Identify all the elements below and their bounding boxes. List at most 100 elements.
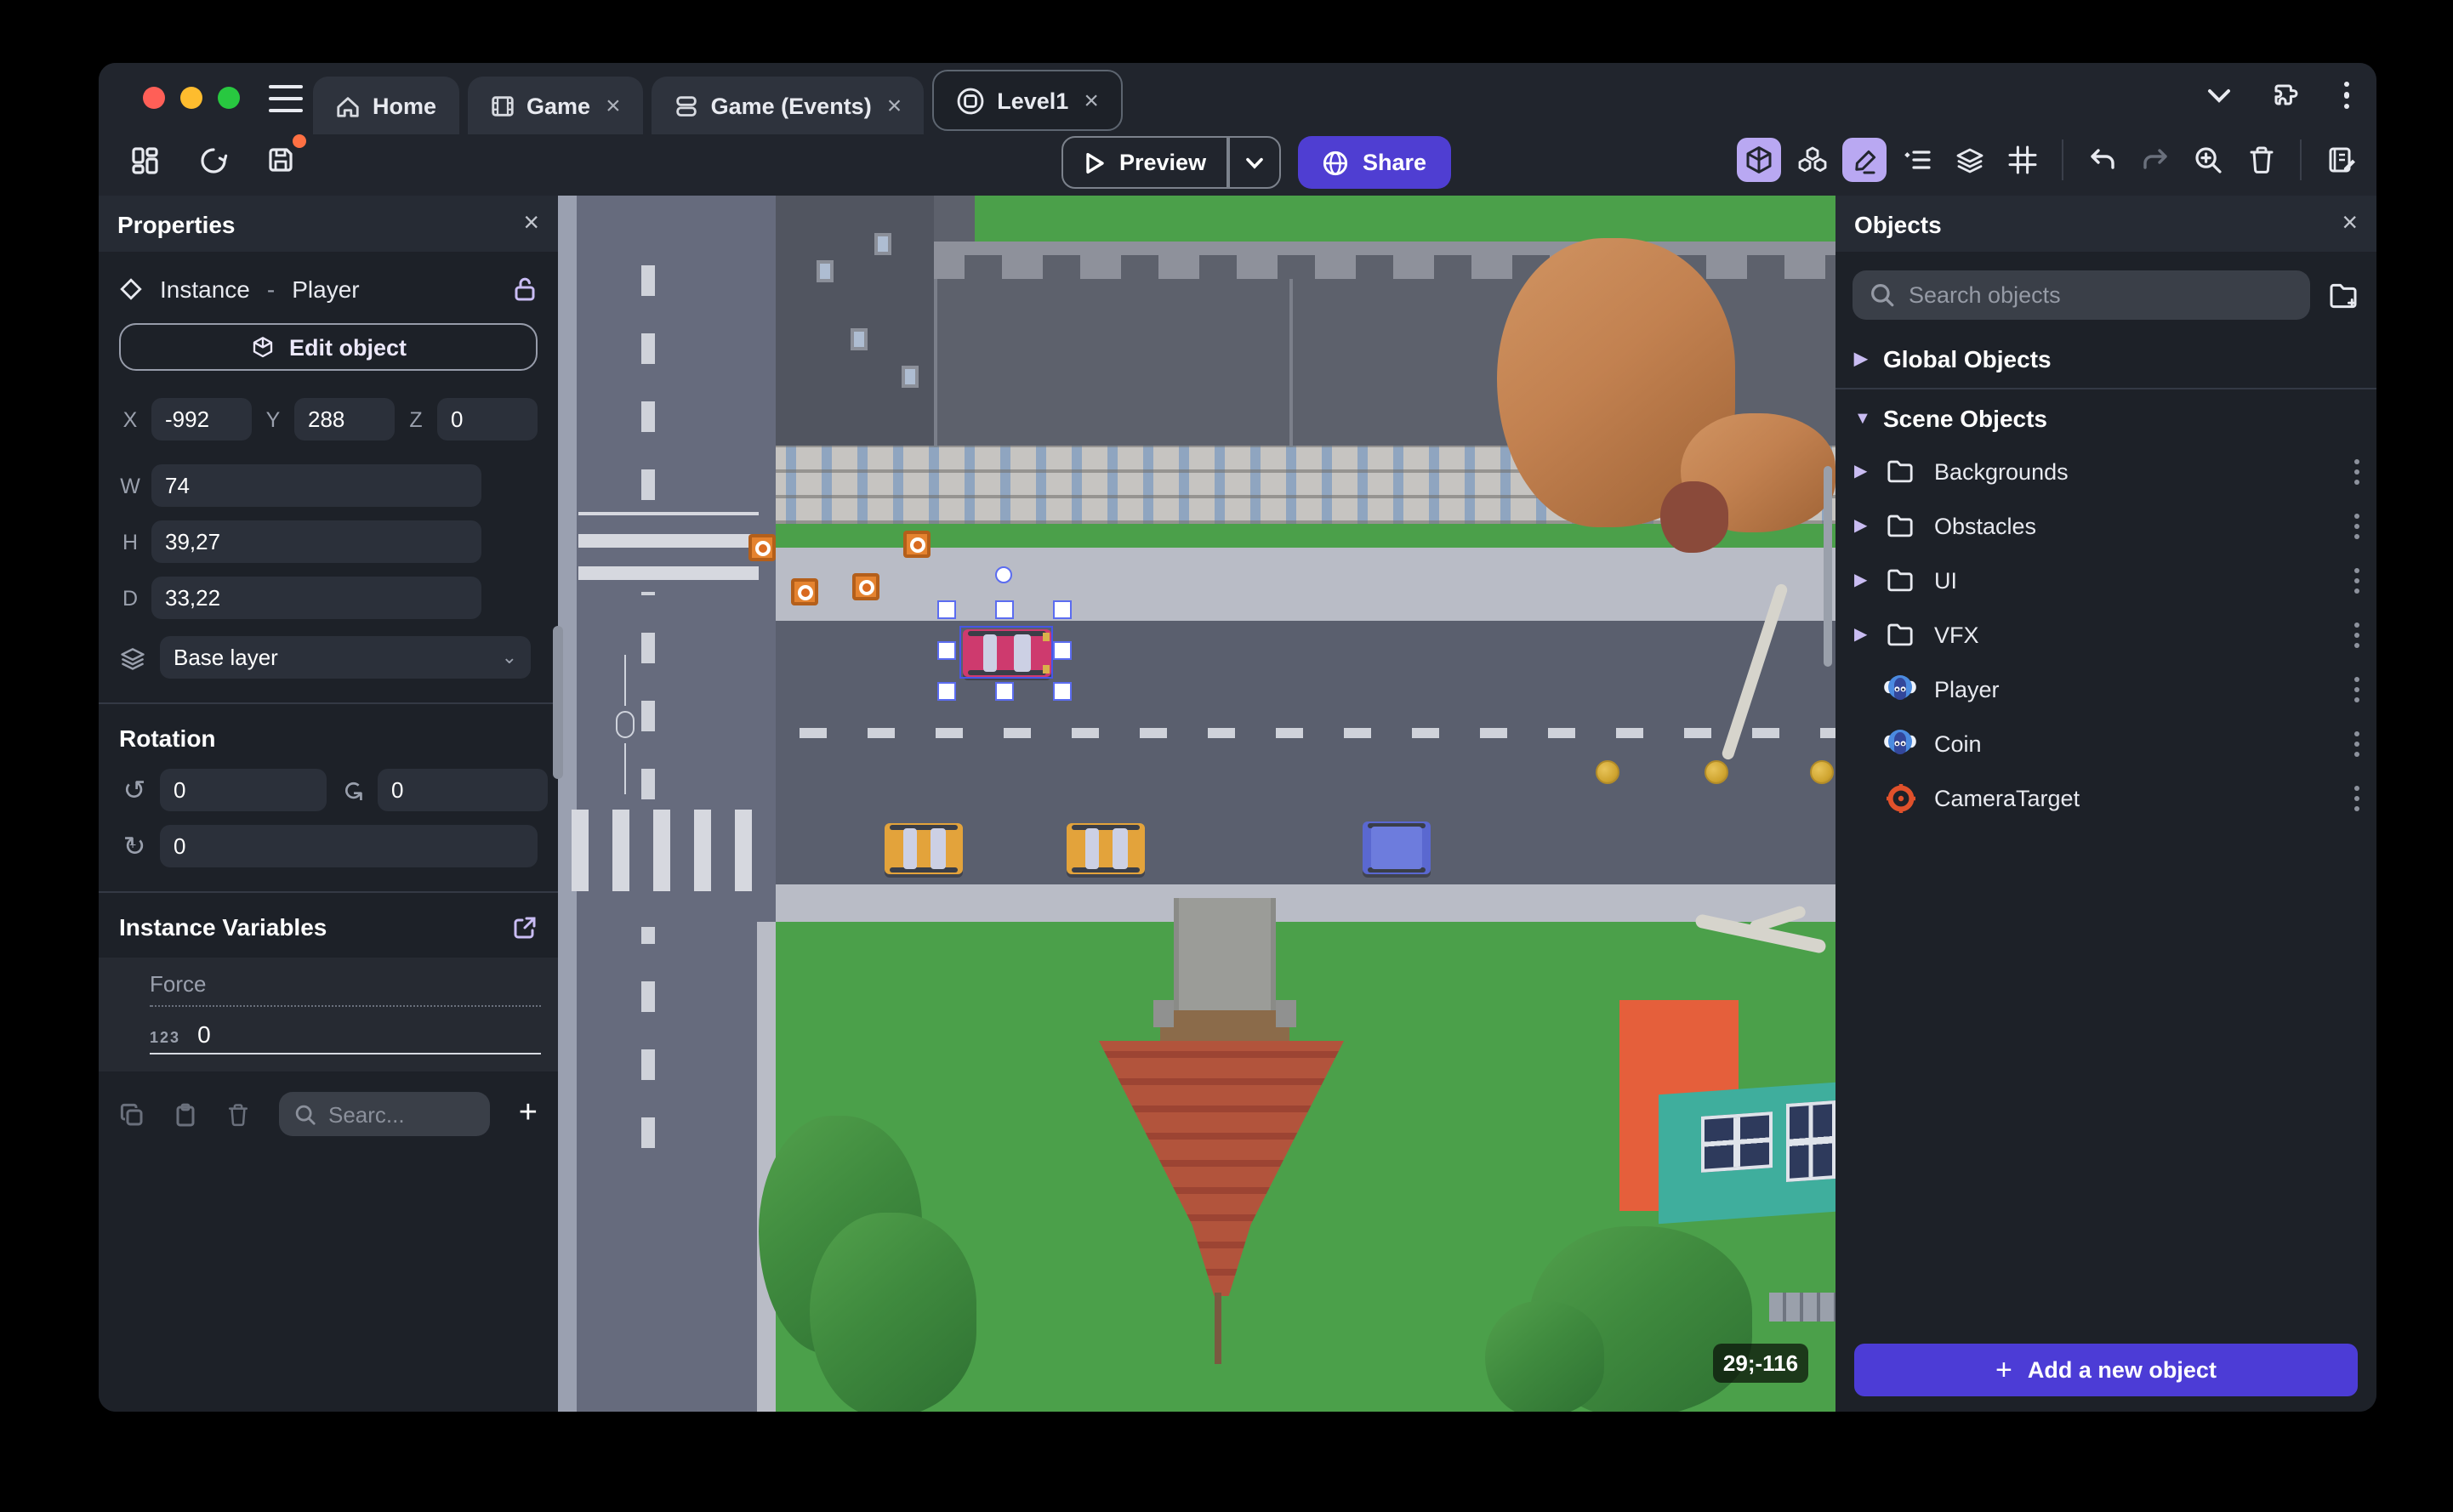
obstacle-box-instance[interactable] xyxy=(852,573,879,600)
object-item-cameratarget[interactable]: ▶ CameraTarget xyxy=(1835,770,2376,825)
folder-plus-icon[interactable] xyxy=(2327,280,2359,310)
lock-open-icon[interactable] xyxy=(512,276,538,303)
rotation-x-input[interactable] xyxy=(160,769,327,811)
tab-level1[interactable]: Level1 × xyxy=(932,70,1123,131)
kebab-menu-icon[interactable] xyxy=(2354,622,2359,647)
global-objects-header[interactable]: ▶ Global Objects xyxy=(1835,333,2376,384)
selection-handle[interactable] xyxy=(937,641,956,660)
selection-handle[interactable] xyxy=(1053,682,1072,701)
object-item-vfx[interactable]: ▶ VFX xyxy=(1835,607,2376,662)
variables-search-input[interactable] xyxy=(328,1101,464,1127)
tab-home[interactable]: Home xyxy=(313,77,459,134)
objects-cubes-icon[interactable] xyxy=(1790,138,1834,182)
scene-canvas[interactable]: 29;-116 xyxy=(558,196,1835,1412)
selection-handle[interactable] xyxy=(995,600,1014,619)
chevron-down-icon[interactable] xyxy=(2205,87,2231,104)
close-tab-icon[interactable]: × xyxy=(606,91,621,120)
z-input[interactable] xyxy=(437,398,538,441)
chain-link-icon[interactable] xyxy=(614,655,638,794)
properties-scrollbar[interactable] xyxy=(553,626,563,779)
close-icon[interactable]: × xyxy=(2342,208,2358,239)
selection-handle[interactable] xyxy=(937,600,956,619)
kebab-menu-icon[interactable] xyxy=(2354,676,2359,702)
object-item-player[interactable]: ▶ Player xyxy=(1835,662,2376,716)
blue-car-instance[interactable] xyxy=(1363,821,1431,874)
variable-value[interactable]: 0 xyxy=(197,1020,211,1048)
coin-instance[interactable] xyxy=(1596,760,1619,784)
rotation-z-input[interactable] xyxy=(160,825,538,867)
coin-instance[interactable] xyxy=(1810,760,1834,784)
kebab-menu-icon[interactable] xyxy=(2354,458,2359,484)
kebab-menu-icon[interactable] xyxy=(2354,513,2359,538)
preview-dropdown-caret[interactable] xyxy=(1229,156,1278,169)
objects-search[interactable] xyxy=(1853,270,2310,320)
close-icon[interactable]: × xyxy=(523,208,539,239)
yellow-car-instance[interactable] xyxy=(1067,823,1145,874)
object-item-obstacles[interactable]: ▶ Obstacles xyxy=(1835,498,2376,553)
selection-handle[interactable] xyxy=(1053,641,1072,660)
kebab-menu-icon[interactable] xyxy=(2354,785,2359,810)
copy-icon[interactable] xyxy=(119,1101,145,1127)
object-item-ui[interactable]: ▶ UI xyxy=(1835,553,2376,607)
notebook-edit-icon[interactable] xyxy=(2319,138,2363,182)
object-item-backgrounds[interactable]: ▶ Backgrounds xyxy=(1835,444,2376,498)
tab-game-events[interactable]: Game (Events) × xyxy=(651,77,925,134)
obstacle-box-instance[interactable] xyxy=(791,578,818,605)
external-link-icon[interactable] xyxy=(512,914,538,940)
edit-object-button[interactable]: Edit object xyxy=(119,323,538,371)
close-tab-icon[interactable]: × xyxy=(1084,86,1099,115)
d-input[interactable] xyxy=(151,577,481,619)
trash-icon[interactable] xyxy=(2239,138,2283,182)
green-tree-instance[interactable] xyxy=(1485,1301,1604,1412)
canvas-scrollbar[interactable] xyxy=(1824,466,1832,667)
close-tab-icon[interactable]: × xyxy=(887,91,902,120)
dashboard-icon[interactable] xyxy=(122,138,167,182)
kebab-menu-icon[interactable] xyxy=(2354,567,2359,593)
scene-objects-header[interactable]: ▼ Scene Objects xyxy=(1835,393,2376,444)
undo-icon[interactable] xyxy=(2080,138,2125,182)
x-input[interactable] xyxy=(151,398,252,441)
obstacle-box-instance[interactable] xyxy=(748,534,776,561)
save-icon[interactable] xyxy=(259,134,306,182)
zoom-in-icon[interactable] xyxy=(2186,138,2230,182)
instances-list-icon[interactable] xyxy=(1895,138,1939,182)
objects-search-input[interactable] xyxy=(1909,282,2215,308)
history-icon[interactable] xyxy=(191,138,235,182)
rotation-y-input[interactable] xyxy=(378,769,548,811)
selection-rotate-handle[interactable] xyxy=(995,566,1012,583)
y-input[interactable] xyxy=(294,398,395,441)
kebab-menu-icon[interactable] xyxy=(2343,81,2349,110)
selection-handle[interactable] xyxy=(1053,600,1072,619)
kebab-menu-icon[interactable] xyxy=(2354,730,2359,756)
share-button[interactable]: Share xyxy=(1298,136,1451,189)
trash-icon[interactable] xyxy=(226,1101,250,1127)
add-variable-button[interactable]: + xyxy=(519,1095,538,1133)
layers-icon[interactable] xyxy=(1948,138,1992,182)
pencil-icon[interactable] xyxy=(1842,138,1887,182)
paste-icon[interactable] xyxy=(174,1101,197,1127)
grid-icon[interactable] xyxy=(2001,138,2045,182)
redo-icon[interactable] xyxy=(2133,138,2177,182)
preview-button[interactable]: Preview xyxy=(1061,136,1281,189)
object-item-coin[interactable]: ▶ Coin xyxy=(1835,716,2376,770)
yellow-car-instance[interactable] xyxy=(885,823,963,874)
h-input[interactable] xyxy=(151,520,481,563)
variables-search[interactable] xyxy=(279,1092,490,1136)
zoom-window-button[interactable] xyxy=(218,87,240,109)
variable-row[interactable]: Force 123 0 xyxy=(99,958,558,1071)
w-input[interactable] xyxy=(151,464,481,507)
view-3d-icon[interactable] xyxy=(1737,138,1781,182)
puzzle-icon[interactable] xyxy=(2272,80,2302,111)
hamburger-menu-icon[interactable] xyxy=(269,85,303,112)
layer-select[interactable]: Base layer ⌄ xyxy=(160,636,531,679)
green-tree-instance[interactable] xyxy=(810,1213,976,1412)
close-window-button[interactable] xyxy=(143,87,165,109)
obstacle-box-instance[interactable] xyxy=(903,531,931,558)
minimize-window-button[interactable] xyxy=(180,87,202,109)
selection-handle[interactable] xyxy=(937,682,956,701)
selection-handle[interactable] xyxy=(995,682,1014,701)
coin-instance[interactable] xyxy=(1705,760,1728,784)
add-new-object-button[interactable]: + Add a new object xyxy=(1854,1344,2358,1396)
tab-game[interactable]: Game × xyxy=(467,77,643,134)
tower-top-block[interactable] xyxy=(1174,898,1276,1010)
